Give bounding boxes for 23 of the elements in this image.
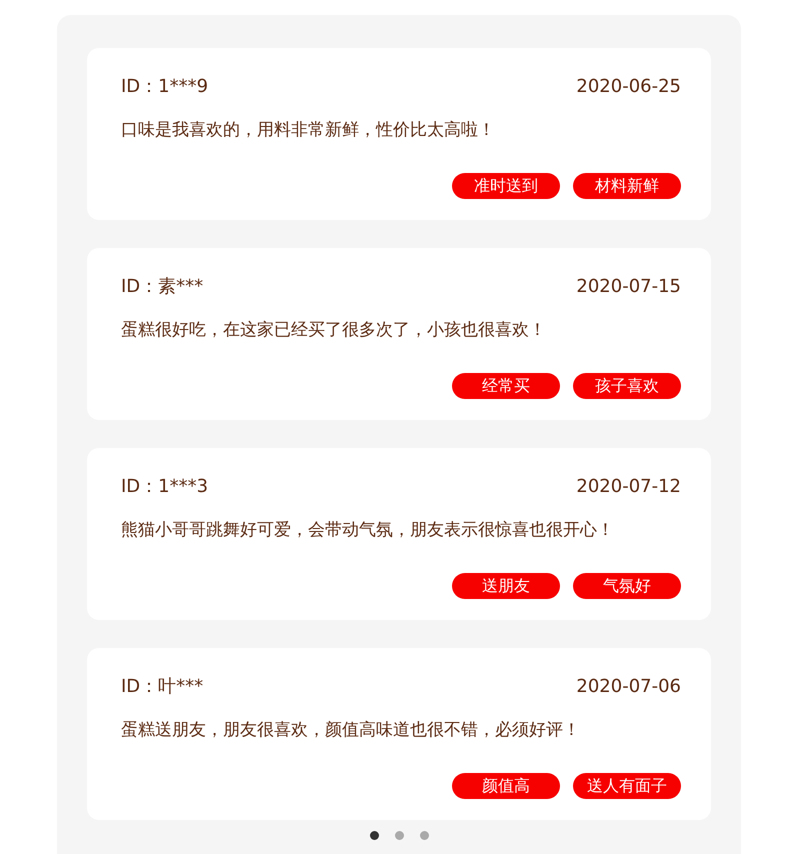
review-tag: 孩子喜欢: [573, 373, 681, 399]
pager-dot[interactable]: [420, 831, 428, 840]
review-comment: 蛋糕送朋友，朋友很喜欢，颜值高味道也很不错，必须好评！: [121, 719, 581, 742]
review-comment: 口味是我喜欢的，用料非常新鲜，性价比太高啦！: [121, 119, 496, 142]
review-date: 2020-07-12: [576, 475, 681, 499]
review-tag: 送人有面子: [573, 773, 681, 799]
review-comment: 熊猫小哥哥跳舞好可爱，会带动气氛，朋友表示很惊喜也很开心！: [121, 519, 615, 542]
review-tag: 经常买: [452, 373, 560, 399]
review-comment: 蛋糕很好吃，在这家已经买了很多次了，小孩也很喜欢！: [121, 319, 547, 342]
pager-dot[interactable]: [370, 831, 378, 840]
user-id: ID：叶***: [121, 675, 204, 699]
review-tag: 送朋友: [452, 573, 560, 599]
review-tag: 材料新鲜: [573, 173, 681, 199]
user-id: ID：1***3: [121, 475, 208, 499]
review-date: 2020-07-15: [576, 275, 681, 299]
pager-dot[interactable]: [394, 831, 404, 840]
review-tag: 气氛好: [573, 573, 681, 599]
review-date: 2020-07-06: [576, 675, 681, 699]
review-date: 2020-06-25: [576, 75, 681, 99]
review-tag: 颜值高: [452, 773, 560, 799]
review-tag: 准时送到: [452, 173, 560, 199]
user-id: ID：素***: [121, 275, 204, 299]
user-id: ID：1***9: [121, 75, 208, 99]
